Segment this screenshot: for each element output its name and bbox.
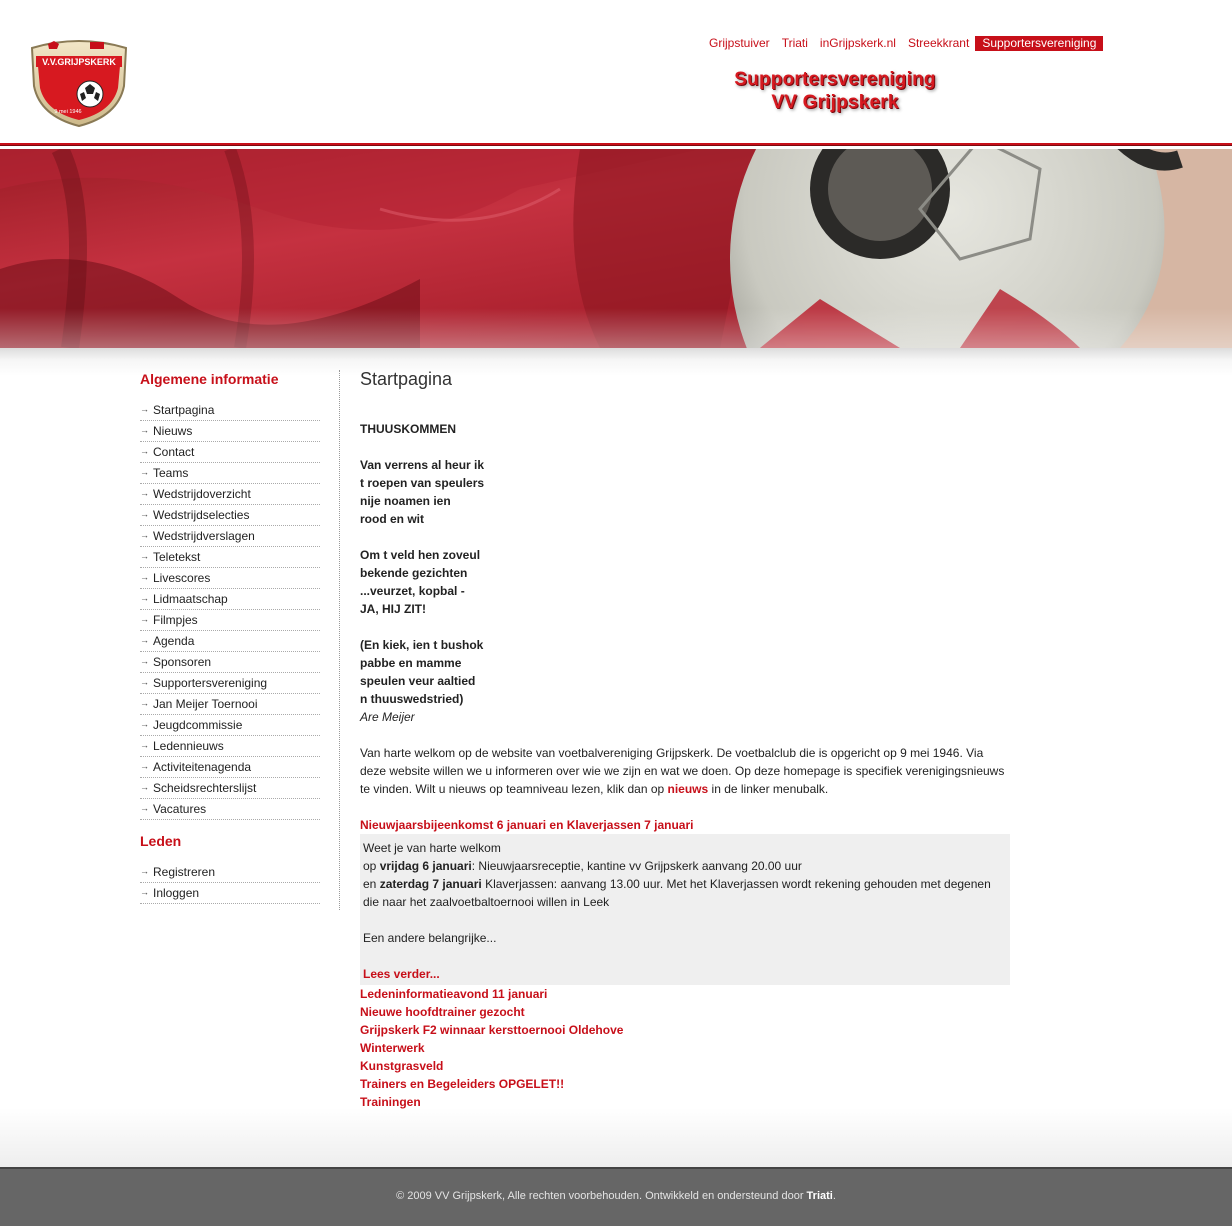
poem-line: rood en wit	[360, 512, 424, 526]
sidebar-item-ledennieuws[interactable]: Ledennieuws	[140, 735, 320, 757]
news-item[interactable]: Nieuwe hoofdtrainer gezocht	[360, 1003, 1010, 1021]
site-title-line1: Supportersvereniging	[734, 69, 936, 90]
sidebar-item-supportersvereniging[interactable]: Supportersvereniging	[140, 672, 320, 694]
poem-line: n thuuswedstried)	[360, 692, 464, 706]
svg-text:V.V.GRIJPSKERK: V.V.GRIJPSKERK	[42, 57, 116, 67]
site-footer: © 2009 VV Grijpskerk, Alle rechten voorb…	[0, 1167, 1232, 1226]
sidebar-item-teletekst[interactable]: Teletekst	[140, 546, 320, 568]
site-title: Supportersvereniging VV Grijpskerk	[700, 68, 970, 114]
site-header: V.V.GRIJPSKERK 9 mei 1946 Grijpstuiver T…	[0, 0, 1232, 146]
news-item[interactable]: Grijpskerk F2 winnaar kersttoernooi Olde…	[360, 1021, 1010, 1039]
poem-line: t roepen van speulers	[360, 476, 485, 490]
sidebar-item-contact[interactable]: Contact	[140, 441, 320, 463]
sidebar-general-list: Startpagina Nieuws Contact Teams Wedstri…	[140, 399, 320, 820]
sidebar-item-startpagina[interactable]: Startpagina	[140, 399, 320, 421]
poem-line: speulen veur aaltied	[360, 674, 476, 688]
poem-line: (En kiek, ien t bushok	[360, 638, 484, 652]
intro-paragraph: Van harte welkom op de website van voetb…	[360, 744, 1010, 798]
sidebar-item-nieuws[interactable]: Nieuws	[140, 420, 320, 442]
poem-author: Are Meijer	[360, 710, 415, 724]
poem-line: JA, HIJ ZIT!	[360, 602, 427, 616]
sidebar-heading-general: Algemene informatie	[140, 371, 279, 387]
sidebar-item-wedstrijdverslagen[interactable]: Wedstrijdverslagen	[140, 525, 320, 547]
sidebar-item-scheidsrechterslijst[interactable]: Scheidsrechterslijst	[140, 777, 320, 799]
featured-news-title[interactable]: Nieuwjaarsbijeenkomst 6 januari en Klave…	[360, 816, 1010, 834]
read-more-link[interactable]: Lees verder...	[363, 965, 1007, 983]
poem-line: pabbe en mamme	[360, 656, 462, 670]
featured-teaser: Een andere belangrijke...	[363, 931, 497, 945]
sidebar-item-wedstrijdselecties[interactable]: Wedstrijdselecties	[140, 504, 320, 526]
poem-stanza-2: Om t veld hen zoveul bekende gezichten .…	[360, 546, 1010, 618]
sidebar-item-filmpjes[interactable]: Filmpjes	[140, 609, 320, 631]
poem-stanza-1: Van verrens al heur ik t roepen van speu…	[360, 456, 1010, 528]
sidebar-item-activiteitenagenda[interactable]: Activiteitenagenda	[140, 756, 320, 778]
topnav-supportersvereniging[interactable]: Supportersvereniging	[975, 36, 1104, 51]
svg-text:9 mei 1946: 9 mei 1946	[54, 109, 81, 115]
banner-image	[0, 149, 1232, 348]
site-title-line2: VV Grijpskerk	[771, 92, 899, 113]
sidebar-item-agenda[interactable]: Agenda	[140, 630, 320, 652]
footer-end: .	[832, 1190, 836, 1202]
poem-line: nije noamen ien	[360, 494, 451, 508]
news-list: Ledeninformatieavond 11 januari Nieuwe h…	[360, 985, 1010, 1111]
footer-triati-link[interactable]: Triati	[807, 1190, 833, 1202]
sidebar-heading-members: Leden	[140, 833, 182, 849]
topnav-triati[interactable]: Triati	[776, 36, 814, 51]
poem-stanza-3: (En kiek, ien t bushok pabbe en mamme sp…	[360, 636, 1010, 708]
topnav-ingrijpskerk[interactable]: inGrijpskerk.nl	[814, 36, 902, 51]
news-item[interactable]: Trainingen	[360, 1093, 1010, 1111]
page-title: Startpagina	[360, 369, 453, 389]
poem-line: bekende gezichten	[360, 566, 468, 580]
news-item[interactable]: Kunstgrasveld	[360, 1057, 1010, 1075]
sidebar-item-jan-meijer-toernooi[interactable]: Jan Meijer Toernooi	[140, 693, 320, 715]
poem-line: Om t veld hen zoveul	[360, 548, 481, 562]
intro-news-link[interactable]: nieuws	[668, 782, 709, 796]
sidebar-item-sponsoren[interactable]: Sponsoren	[140, 651, 320, 673]
poem-line: Van verrens al heur ik	[360, 458, 485, 472]
topnav-grijpstuiver[interactable]: Grijpstuiver	[703, 36, 776, 51]
main-content: Startpagina THUUSKOMMEN Van verrens al h…	[360, 368, 1010, 1111]
news-item[interactable]: Ledeninformatieavond 11 januari	[360, 985, 1010, 1003]
intro-text-end: in de linker menubalk.	[708, 782, 829, 796]
featured-line-2: op vrijdag 6 januari: Nieuwjaarsreceptie…	[363, 859, 802, 873]
footer-text: © 2009 VV Grijpskerk, Alle rechten voorb…	[396, 1190, 807, 1202]
featured-line-3: en zaterdag 7 januari Klaverjassen: aanv…	[363, 877, 991, 909]
sidebar-item-livescores[interactable]: Livescores	[140, 567, 320, 589]
sidebar-item-lidmaatschap[interactable]: Lidmaatschap	[140, 588, 320, 610]
featured-news-box: Weet je van harte welkom op vrijdag 6 ja…	[360, 834, 1010, 985]
sidebar-item-jeugdcommissie[interactable]: Jeugdcommissie	[140, 714, 320, 736]
poem-title: THUUSKOMMEN	[360, 422, 456, 436]
top-navigation: Grijpstuiver Triati inGrijpskerk.nl Stre…	[703, 36, 1104, 51]
news-item[interactable]: Trainers en Begeleiders OPGELET!!	[360, 1075, 1010, 1093]
sidebar-members-list: Registreren Inloggen	[140, 861, 320, 904]
sidebar-item-teams[interactable]: Teams	[140, 462, 320, 484]
featured-line-1: Weet je van harte welkom	[363, 841, 501, 855]
sidebar-item-wedstrijdoverzicht[interactable]: Wedstrijdoverzicht	[140, 483, 320, 505]
club-logo[interactable]: V.V.GRIJPSKERK 9 mei 1946	[28, 36, 130, 128]
news-item[interactable]: Winterwerk	[360, 1039, 1010, 1057]
header-banner-photo	[0, 149, 1232, 348]
poem: THUUSKOMMEN Van verrens al heur ik t roe…	[360, 420, 1010, 708]
sidebar-item-inloggen[interactable]: Inloggen	[140, 882, 320, 904]
poem-line: ...veurzet, kopbal -	[360, 584, 465, 598]
sidebar-item-registreren[interactable]: Registreren	[140, 861, 320, 883]
sidebar-item-vacatures[interactable]: Vacatures	[140, 798, 320, 820]
sidebar: Algemene informatie Startpagina Nieuws C…	[140, 370, 340, 910]
topnav-streekkrant[interactable]: Streekkrant	[902, 36, 975, 51]
